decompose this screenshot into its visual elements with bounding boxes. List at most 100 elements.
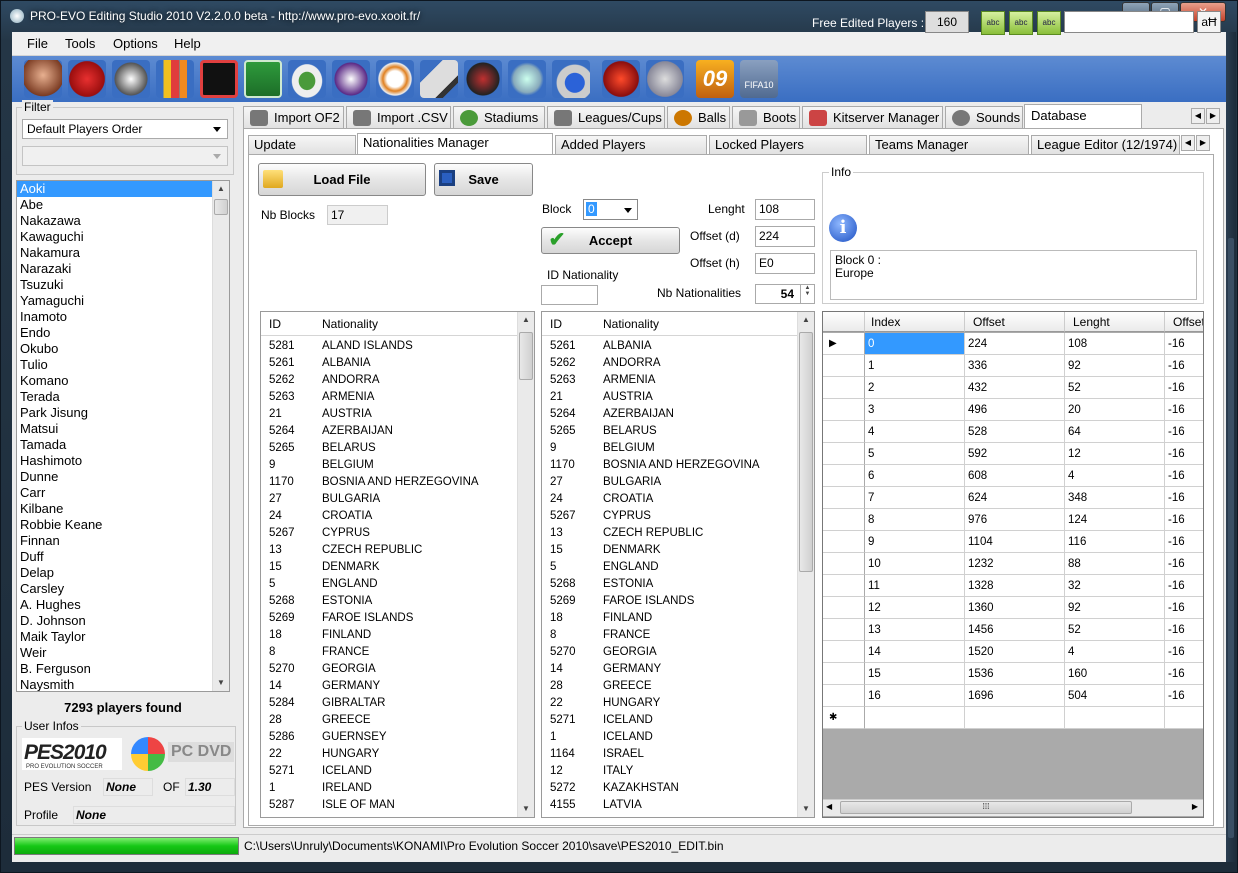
grid-cell[interactable]: -16 xyxy=(1165,685,1203,707)
column-header-lenght[interactable]: Lenght xyxy=(1065,312,1165,332)
grid-cell[interactable]: -16 xyxy=(1165,399,1203,421)
row-header[interactable] xyxy=(823,421,865,443)
row-header[interactable] xyxy=(823,443,865,465)
boot-icon[interactable] xyxy=(420,60,458,98)
subtab-teams-manager[interactable]: Teams Manager (11/1973) xyxy=(869,135,1029,170)
grid-scroll-thumb[interactable]: ⁞⁞⁞ xyxy=(840,801,1132,814)
grid-cell[interactable]: 504 xyxy=(1065,685,1165,707)
nationalities-source-list[interactable]: ID Nationality 5281 ALAND ISLANDS 5261 ALBA… xyxy=(260,311,535,818)
offset-d-field[interactable]: 224 xyxy=(755,226,815,247)
list-row[interactable]: 5267 CYPRUS xyxy=(261,525,534,542)
accept-button[interactable]: ✔ Accept xyxy=(541,227,680,254)
player-list-item[interactable]: Okubo xyxy=(17,341,213,357)
grid-cell[interactable]: 2 xyxy=(865,377,965,399)
grid-cell[interactable] xyxy=(1065,707,1165,729)
grid-cell[interactable]: 14 xyxy=(865,641,965,663)
list-row[interactable]: 5264 AZERBAIJAN xyxy=(261,423,534,440)
player-list-item[interactable]: Tsuzuki xyxy=(17,277,213,293)
player-list-item[interactable]: Weir xyxy=(17,645,213,661)
grid-cell[interactable]: 1536 xyxy=(965,663,1065,685)
list-row[interactable]: 28 GREECE xyxy=(542,678,814,695)
grid-cell[interactable]: 124 xyxy=(1065,509,1165,531)
save-button[interactable]: Save xyxy=(434,163,533,196)
list-row[interactable]: 28 GREECE xyxy=(261,712,534,729)
grid-cell[interactable]: 92 xyxy=(1065,597,1165,619)
tab-scroll-left-icon[interactable]: ◀ xyxy=(1191,108,1205,124)
list-row[interactable]: 5261 ALBANIA xyxy=(542,338,814,355)
player-list-item[interactable]: Duff xyxy=(17,549,213,565)
row-header[interactable] xyxy=(823,685,865,707)
list-row[interactable]: 5267 CYPRUS xyxy=(542,508,814,525)
grid-cell[interactable]: 52 xyxy=(1065,377,1165,399)
player-list-item[interactable]: Tamada xyxy=(17,437,213,453)
player-face-icon[interactable] xyxy=(24,60,62,98)
grid-cell[interactable]: -16 xyxy=(1165,421,1203,443)
column-header-index[interactable]: Index xyxy=(865,312,965,332)
grid-cell[interactable]: 432 xyxy=(965,377,1065,399)
list-row[interactable]: 14 GERMANY xyxy=(261,678,534,695)
tab-boots[interactable]: Boots xyxy=(732,106,800,130)
grid-cell[interactable]: 496 xyxy=(965,399,1065,421)
list1-scrollbar[interactable]: ▲ ▼ xyxy=(517,312,534,817)
column-header-id[interactable]: ID xyxy=(550,317,562,331)
scroll-thumb[interactable] xyxy=(519,332,533,380)
player-list-item[interactable]: A. Hughes xyxy=(17,597,213,613)
ball-icon[interactable] xyxy=(376,60,414,98)
grid-cell[interactable]: 224 xyxy=(965,333,1065,355)
grid-cell[interactable]: 8 xyxy=(865,509,965,531)
grid-cell[interactable]: 64 xyxy=(1065,421,1165,443)
column-header-offset[interactable]: Offset xyxy=(965,312,1065,332)
tab-stadiums[interactable]: Stadiums xyxy=(453,106,545,130)
row-header[interactable] xyxy=(823,355,865,377)
player-list-item[interactable]: Matsui xyxy=(17,421,213,437)
scroll-down-icon[interactable]: ▼ xyxy=(798,801,814,817)
grid-cell[interactable]: 10 xyxy=(865,553,965,575)
grid-cell[interactable]: 16 xyxy=(865,685,965,707)
list-row[interactable]: 5264 AZERBAIJAN xyxy=(542,406,814,423)
list-row[interactable]: 22 HUNGARY xyxy=(542,695,814,712)
scroll-up-icon[interactable]: ▲ xyxy=(213,181,229,197)
menu-file[interactable]: File xyxy=(27,36,48,51)
grid-cell[interactable]: -16 xyxy=(1165,575,1203,597)
grid-cell[interactable]: 348 xyxy=(1065,487,1165,509)
list-row[interactable]: 5265 BELARUS xyxy=(542,423,814,440)
grid-cell[interactable]: 3 xyxy=(865,399,965,421)
subtab-locked-players[interactable]: Locked Players (07/1970) xyxy=(709,135,867,170)
grid-cell[interactable]: 92 xyxy=(1065,355,1165,377)
player-list-item[interactable]: Komano xyxy=(17,373,213,389)
stadium-icon[interactable] xyxy=(288,60,326,98)
tab-import-csv[interactable]: Import .CSV xyxy=(346,106,451,130)
list-row[interactable]: 13 CZECH REPUBLIC xyxy=(261,542,534,559)
list-row[interactable]: 5 ENGLAND xyxy=(261,576,534,593)
grid-cell[interactable]: 5 xyxy=(865,443,965,465)
grid-cell[interactable]: -16 xyxy=(1165,443,1203,465)
length-field[interactable]: 108 xyxy=(755,199,815,220)
list-row[interactable]: 5262 ANDORRA xyxy=(261,372,534,389)
grid-cell[interactable]: 0 xyxy=(865,333,965,355)
grid-cell[interactable]: 976 xyxy=(965,509,1065,531)
grid-cell[interactable]: -16 xyxy=(1165,355,1203,377)
grid-cell[interactable]: 4 xyxy=(1065,641,1165,663)
grid-cell[interactable]: -16 xyxy=(1165,619,1203,641)
grid-cell[interactable]: 592 xyxy=(965,443,1065,465)
list-row[interactable]: 5270 GEORGIA xyxy=(542,644,814,661)
grid-cell[interactable] xyxy=(965,707,1065,729)
list-row[interactable]: 1170 BOSNIA AND HERZEGOVINA xyxy=(542,457,814,474)
tab-kitserver-manager[interactable]: Kitserver Manager xyxy=(802,106,943,130)
grid-cell[interactable]: 1456 xyxy=(965,619,1065,641)
list-row[interactable]: 18 FINLAND xyxy=(261,627,534,644)
list-row[interactable]: 15 DENMARK xyxy=(261,559,534,576)
scroll-right-icon[interactable]: ▶ xyxy=(1192,802,1198,811)
grid-cell[interactable]: -16 xyxy=(1165,509,1203,531)
grid-cell[interactable]: -16 xyxy=(1165,597,1203,619)
scroll-up-icon[interactable]: ▲ xyxy=(518,312,534,328)
subtab-scroll-left-icon[interactable]: ◀ xyxy=(1181,135,1195,151)
grid-cell[interactable]: 1360 xyxy=(965,597,1065,619)
list-row[interactable]: 5271 ICELAND xyxy=(261,763,534,780)
column-header-nationality[interactable]: Nationality xyxy=(603,317,659,331)
grid-cell[interactable]: 52 xyxy=(1065,619,1165,641)
scroll-down-icon[interactable]: ▼ xyxy=(213,675,229,691)
list-row[interactable]: 5261 ALBANIA xyxy=(261,355,534,372)
excel-icon[interactable] xyxy=(244,60,282,98)
player-list[interactable]: Aoki Abe Nakazawa Kawaguchi Nakamura Narazaki… xyxy=(16,180,230,692)
